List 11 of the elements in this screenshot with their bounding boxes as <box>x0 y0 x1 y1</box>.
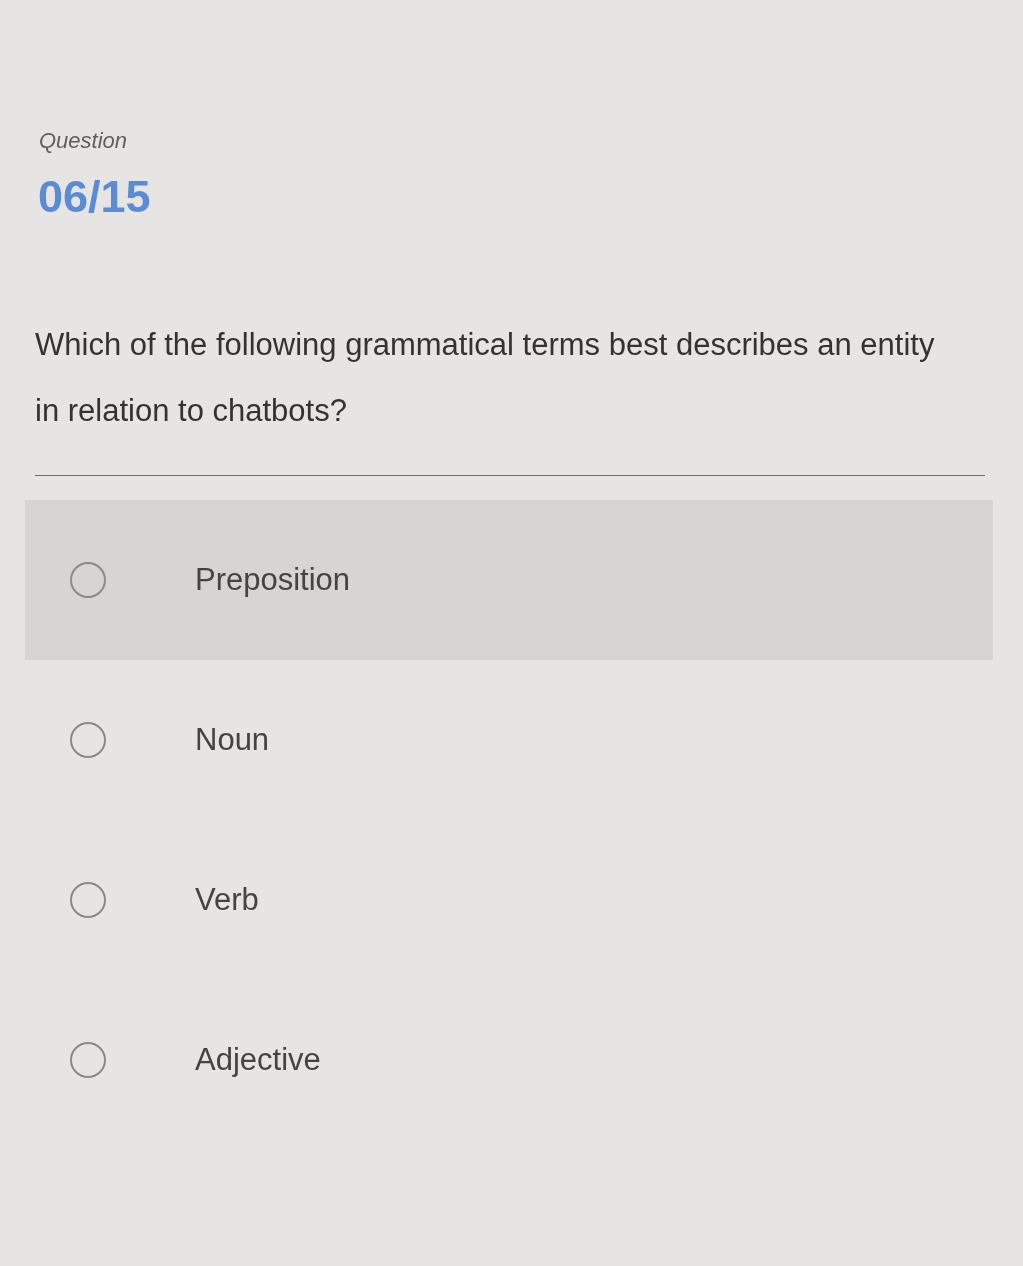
answer-option[interactable]: Adjective <box>25 980 993 1140</box>
radio-icon[interactable] <box>70 722 106 758</box>
question-label: Question <box>39 128 128 154</box>
question-text: Which of the following grammatical terms best describes an entity in relation to chatbots? <box>35 326 936 430</box>
answer-option[interactable]: Verb <box>25 820 993 980</box>
question-counter: 06/15 <box>38 170 151 224</box>
radio-icon[interactable] <box>70 1042 106 1078</box>
radio-icon[interactable] <box>70 882 106 918</box>
radio-icon[interactable] <box>70 562 106 598</box>
answer-option[interactable]: Noun <box>25 660 993 820</box>
answer-option[interactable]: Preposition <box>25 500 993 660</box>
